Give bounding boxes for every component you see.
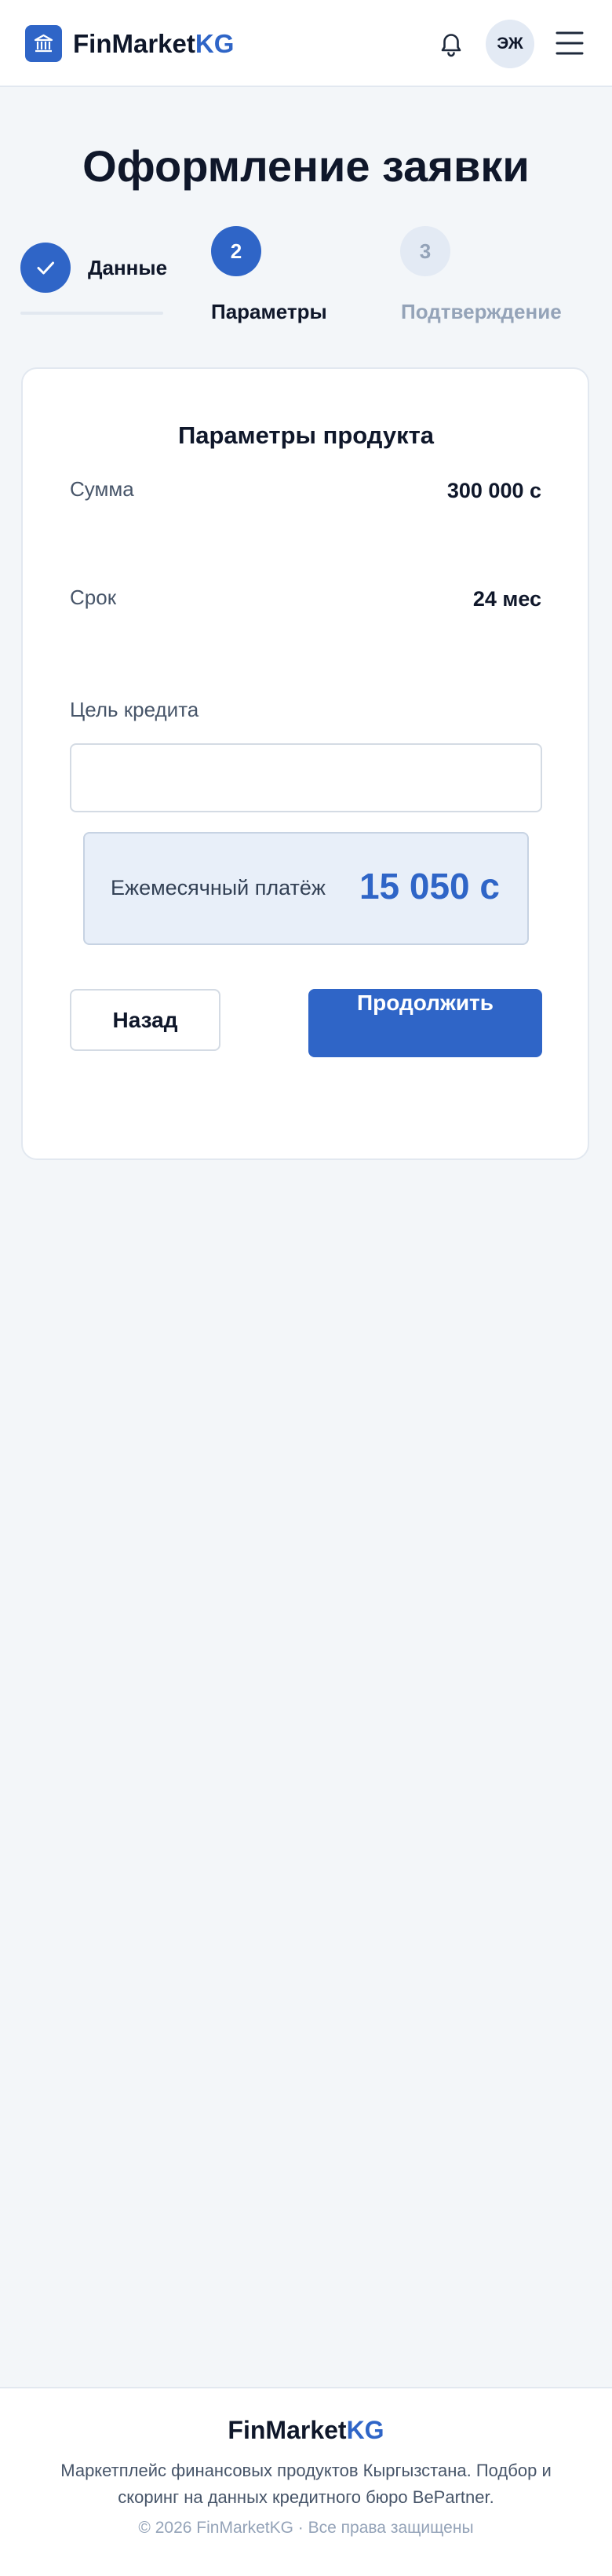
check-icon xyxy=(37,261,54,275)
top-header: FinMarketKG ЭЖ xyxy=(0,0,612,87)
footer-brand: FinMarketKG xyxy=(0,2414,612,2446)
term-label: Срок xyxy=(70,586,117,609)
logo[interactable] xyxy=(25,25,62,62)
page-title: Оформление заявки xyxy=(82,141,530,191)
card-title: Параметры продукта xyxy=(177,421,435,449)
footer-brand-accent: KG xyxy=(346,2416,384,2444)
footer-description: Маркетплейс финансовых продуктов Кыргызс… xyxy=(60,2461,552,2507)
step-2-circle[interactable]: 2 xyxy=(211,226,261,276)
step-1-circle[interactable] xyxy=(20,243,71,293)
avatar[interactable]: ЭЖ xyxy=(486,20,534,68)
bank-icon xyxy=(34,34,53,53)
menu-button[interactable] xyxy=(554,27,585,59)
step-1-underline xyxy=(20,312,163,315)
monthly-payment-label: Ежемесячный платёж xyxy=(111,876,326,899)
footer-copyright: © 2026 FinMarketKG · Все права защищены xyxy=(138,2519,474,2537)
continue-button[interactable]: Продолжить xyxy=(308,989,542,1057)
amount-label: Сумма xyxy=(70,477,134,501)
menu-icon xyxy=(556,31,584,55)
bell-icon xyxy=(441,34,461,57)
amount-value: 300 000 с xyxy=(446,479,541,502)
term-value: 24 мес xyxy=(472,587,541,611)
purpose-label: Цель кредита xyxy=(70,698,199,721)
continue-button-label: Продолжить xyxy=(357,991,494,1015)
brand-main: FinMarket xyxy=(73,29,195,58)
brand-name[interactable]: FinMarketKG xyxy=(73,28,234,60)
brand-accent: KG xyxy=(195,29,235,58)
purpose-input[interactable] xyxy=(70,743,542,812)
back-button[interactable]: Назад xyxy=(70,989,220,1051)
step-3-circle: 3 xyxy=(400,226,450,276)
step-1-label: Данные xyxy=(88,256,168,279)
footer-brand-main: FinMarket xyxy=(228,2416,347,2444)
step-3-label: Подтверждение xyxy=(401,300,562,323)
notifications-button[interactable] xyxy=(434,27,468,61)
monthly-payment-value: 15 050 с xyxy=(359,866,500,907)
step-2-label: Параметры xyxy=(211,300,327,323)
